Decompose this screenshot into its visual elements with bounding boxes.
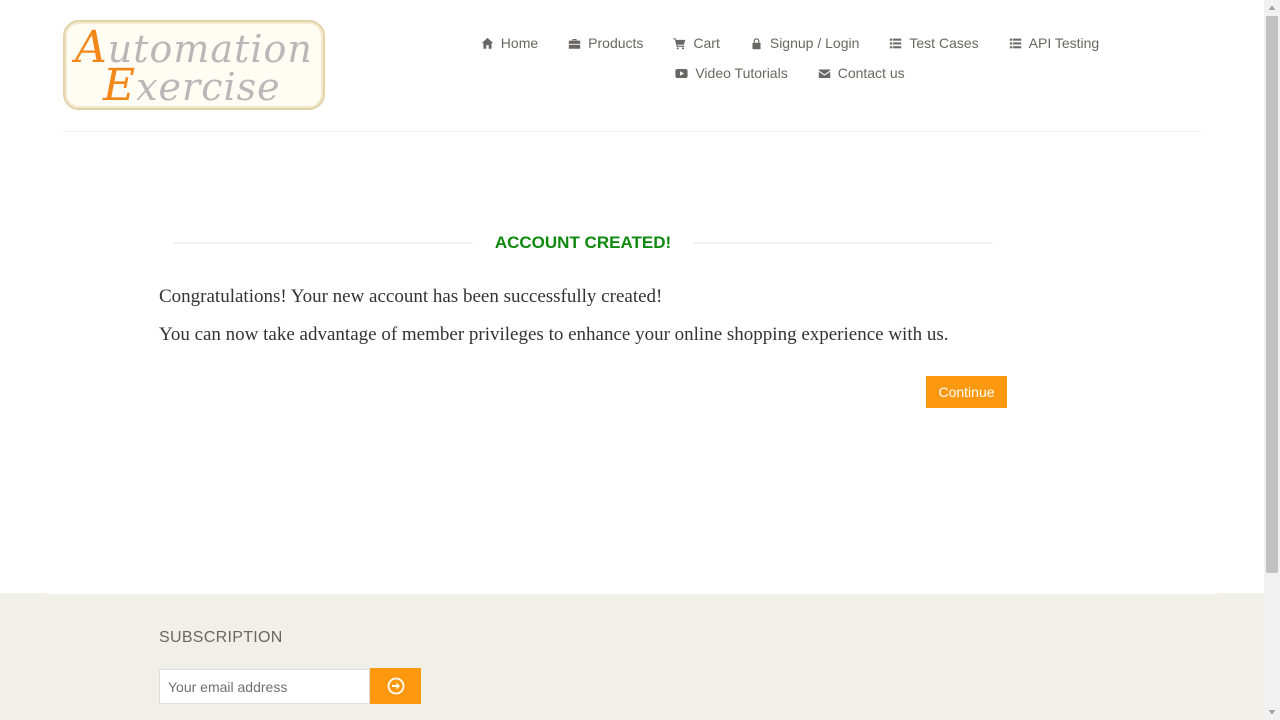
nav-contact-us-label: Contact us bbox=[837, 65, 905, 81]
header-divider bbox=[63, 131, 1201, 132]
list-icon bbox=[1009, 37, 1022, 50]
footer: SUBSCRIPTION bbox=[0, 593, 1264, 720]
nav-test-cases[interactable]: Test Cases bbox=[889, 35, 979, 51]
nav-signup-login-label: Signup / Login bbox=[769, 35, 860, 51]
nav-api-testing-label: API Testing bbox=[1028, 35, 1100, 51]
cart-icon bbox=[673, 37, 686, 50]
nav-api-testing[interactable]: API Testing bbox=[1009, 35, 1100, 51]
account-created-heading: ACCOUNT CREATED! bbox=[173, 230, 993, 256]
subscribe-email-input[interactable] bbox=[159, 669, 370, 704]
nav-row-1: Home Products Cart Signup / Login Test C… bbox=[460, 28, 1120, 58]
logo-text: Automation Exercise bbox=[75, 22, 313, 111]
nav-home[interactable]: Home bbox=[481, 35, 538, 51]
home-icon bbox=[481, 37, 494, 50]
nav-cart-label: Cart bbox=[693, 35, 720, 51]
privileges-message: You can now take advantage of member pri… bbox=[159, 324, 949, 345]
subscription-title: SUBSCRIPTION bbox=[159, 629, 283, 646]
list-icon bbox=[889, 37, 902, 50]
subscribe-button[interactable] bbox=[370, 668, 421, 704]
heading-rule-left bbox=[173, 242, 473, 244]
nav-contact-us[interactable]: Contact us bbox=[818, 65, 905, 81]
scroll-up-arrow-icon[interactable] bbox=[1264, 0, 1280, 16]
arrow-circle-right-icon bbox=[387, 677, 405, 695]
youtube-play-icon bbox=[675, 67, 688, 80]
envelope-icon bbox=[818, 67, 831, 80]
nav-cart[interactable]: Cart bbox=[673, 35, 720, 51]
scroll-down-arrow-icon[interactable] bbox=[1264, 704, 1280, 720]
site-logo[interactable]: Automation Exercise bbox=[63, 20, 325, 110]
page-scrollbar[interactable] bbox=[1264, 0, 1280, 720]
nav-row-2: Video Tutorials Contact us bbox=[460, 58, 1120, 88]
footer-divider bbox=[47, 593, 1217, 594]
nav-video-tutorials-label: Video Tutorials bbox=[695, 65, 788, 81]
continue-button[interactable]: Continue bbox=[926, 376, 1007, 408]
page: Automation Exercise Home Products Cart S… bbox=[0, 0, 1264, 720]
page-title: ACCOUNT CREATED! bbox=[494, 233, 672, 252]
nav-signup-login[interactable]: Signup / Login bbox=[750, 35, 860, 51]
lock-icon bbox=[750, 37, 763, 50]
nav-home-label: Home bbox=[500, 35, 539, 51]
briefcase-icon bbox=[568, 37, 581, 50]
congrats-message: Congratulations! Your new account has be… bbox=[159, 286, 663, 307]
nav-video-tutorials[interactable]: Video Tutorials bbox=[675, 65, 788, 81]
nav-test-cases-label: Test Cases bbox=[909, 35, 979, 51]
main-nav: Home Products Cart Signup / Login Test C… bbox=[460, 28, 1120, 88]
heading-rule-right bbox=[693, 242, 993, 244]
nav-products-label: Products bbox=[588, 35, 644, 51]
nav-products[interactable]: Products bbox=[568, 35, 643, 51]
scrollbar-thumb[interactable] bbox=[1266, 16, 1278, 573]
